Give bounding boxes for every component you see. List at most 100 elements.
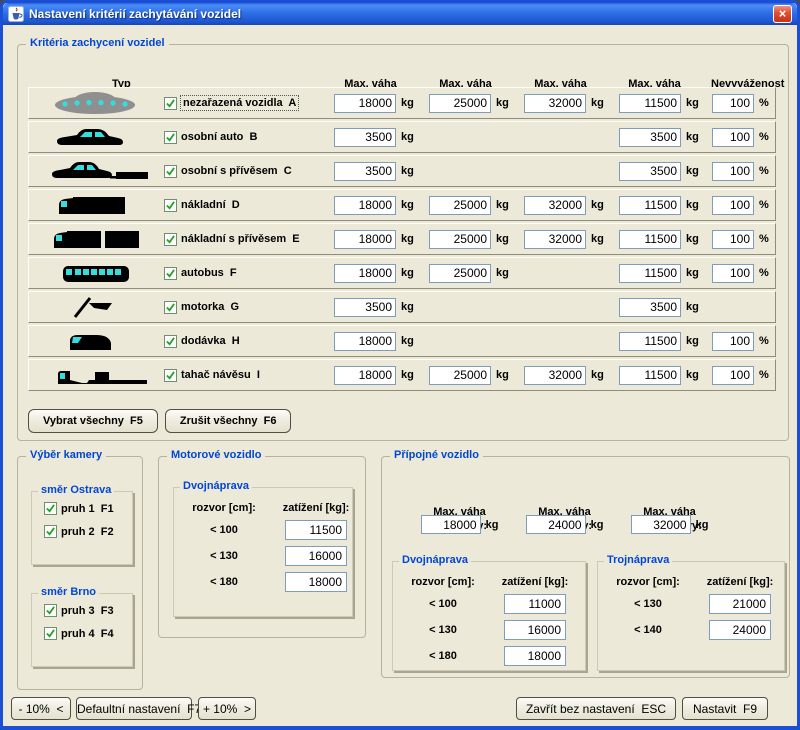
lane-checkbox[interactable] bbox=[44, 604, 57, 617]
axle-range-label: < 130 bbox=[602, 598, 694, 610]
clear-all-button[interactable]: Zrušit všechny F6 bbox=[165, 409, 292, 433]
wax-input[interactable] bbox=[619, 94, 681, 113]
axle-load-input[interactable] bbox=[709, 594, 771, 614]
vehicle-label: tahač návěsu I bbox=[181, 369, 260, 381]
unit-label: kg bbox=[496, 97, 509, 109]
lane-checkbox[interactable] bbox=[44, 627, 57, 640]
trailer-weight-3axle-input[interactable] bbox=[526, 515, 586, 534]
axle-range-label: < 100 bbox=[178, 524, 270, 536]
wg3-input[interactable] bbox=[524, 230, 586, 249]
criteria-group-title: Kritéria zachycení vozidel bbox=[26, 37, 169, 49]
vehicle-checkbox[interactable] bbox=[164, 97, 177, 110]
wax-input[interactable] bbox=[619, 128, 681, 147]
vehicle-checkbox[interactable] bbox=[164, 267, 177, 280]
vehicle-select: motorka G bbox=[164, 301, 334, 314]
axle-load-input[interactable] bbox=[504, 594, 566, 614]
wax-input[interactable] bbox=[619, 230, 681, 249]
axle-load-input[interactable] bbox=[504, 646, 566, 666]
unit-label: kg bbox=[401, 233, 414, 245]
value-cell: kg bbox=[524, 94, 619, 113]
axle-row: < 180 bbox=[174, 572, 352, 592]
axle-load-input[interactable] bbox=[285, 572, 347, 592]
vehicle-checkbox[interactable] bbox=[164, 199, 177, 212]
lane-checkbox[interactable] bbox=[44, 502, 57, 515]
camera-group: Výběr kamery směr Ostrava pruh 1 F1pruh … bbox=[17, 456, 143, 690]
vehicle-checkbox[interactable] bbox=[164, 301, 177, 314]
vehicle-checkbox[interactable] bbox=[164, 369, 177, 382]
unit-label: % bbox=[759, 233, 769, 245]
unb-input[interactable] bbox=[712, 332, 754, 351]
axle-row: < 130 bbox=[598, 594, 784, 614]
vehicle-checkbox[interactable] bbox=[164, 131, 177, 144]
close-button[interactable]: × bbox=[773, 5, 792, 23]
unit-label: kg bbox=[686, 131, 699, 143]
axle-load-input[interactable] bbox=[504, 620, 566, 640]
unit-label: % bbox=[759, 131, 769, 143]
w3-input[interactable] bbox=[429, 94, 491, 113]
vehicle-checkbox[interactable] bbox=[164, 233, 177, 246]
close-without-saving-button[interactable]: Zavřít bez nastavení ESC bbox=[516, 697, 676, 720]
axle-load-input[interactable] bbox=[709, 620, 771, 640]
unit-label: kg bbox=[496, 369, 509, 381]
unb-input[interactable] bbox=[712, 196, 754, 215]
wheelbase-col-label: rozvor [cm]: bbox=[602, 576, 694, 588]
w3-input[interactable] bbox=[429, 366, 491, 385]
wax-input[interactable] bbox=[619, 264, 681, 283]
w2-input[interactable] bbox=[334, 332, 396, 351]
w3-input[interactable] bbox=[429, 230, 491, 249]
wax-input[interactable] bbox=[619, 332, 681, 351]
default-settings-button[interactable]: Defaultní nastavení F7 bbox=[76, 697, 192, 720]
dialog-window: Nastavení kritérií zachytávání vozidel ×… bbox=[0, 0, 800, 730]
decrease-10-percent-button[interactable]: - 10% < bbox=[11, 697, 71, 720]
axle-load-input[interactable] bbox=[285, 546, 347, 566]
motor-vehicle-title: Motorové vozidlo bbox=[167, 449, 265, 461]
select-all-button[interactable]: Vybrat všechny F5 bbox=[28, 409, 158, 433]
unb-input[interactable] bbox=[712, 366, 754, 385]
trailer-weight-gt3axle-input[interactable] bbox=[631, 515, 691, 534]
value-cell: kg bbox=[334, 332, 429, 351]
w2-input[interactable] bbox=[334, 196, 396, 215]
motor-axle-rows: < 100< 130< 180 bbox=[174, 520, 352, 592]
trailer-weight-2axle-input[interactable] bbox=[421, 515, 481, 534]
value-cell: kg bbox=[619, 230, 712, 249]
unb-input[interactable] bbox=[712, 162, 754, 181]
vehicle-select: tahač návěsu I bbox=[164, 369, 334, 382]
unb-input[interactable] bbox=[712, 128, 754, 147]
wg3-input[interactable] bbox=[524, 94, 586, 113]
w2-input[interactable] bbox=[334, 162, 396, 181]
wax-input[interactable] bbox=[619, 298, 681, 317]
wg3-input[interactable] bbox=[524, 196, 586, 215]
wax-input[interactable] bbox=[619, 196, 681, 215]
lane-checkbox[interactable] bbox=[44, 525, 57, 538]
w2-input[interactable] bbox=[334, 264, 396, 283]
wax-input[interactable] bbox=[619, 366, 681, 385]
w3-input[interactable] bbox=[429, 196, 491, 215]
wax-input[interactable] bbox=[619, 162, 681, 181]
truck-trailer-icon bbox=[29, 225, 164, 253]
trailer-triple-axle-rows: < 130< 140 bbox=[598, 594, 784, 640]
w2-input[interactable] bbox=[334, 94, 396, 113]
lane-item: pruh 2 F2 bbox=[44, 525, 132, 538]
w2-input[interactable] bbox=[334, 366, 396, 385]
increase-10-percent-button[interactable]: + 10% > bbox=[198, 697, 256, 720]
vehicle-checkbox[interactable] bbox=[164, 165, 177, 178]
axle-load-input[interactable] bbox=[285, 520, 347, 540]
unit-label: kg bbox=[401, 369, 414, 381]
unb-input[interactable] bbox=[712, 264, 754, 283]
bus-icon bbox=[29, 259, 164, 287]
apply-settings-button[interactable]: Nastavit F9 bbox=[682, 697, 768, 720]
vehicle-checkbox[interactable] bbox=[164, 335, 177, 348]
unb-input[interactable] bbox=[712, 230, 754, 249]
value-cell: kg bbox=[334, 162, 429, 181]
w2-input[interactable] bbox=[334, 298, 396, 317]
w2-input[interactable] bbox=[334, 230, 396, 249]
value-cell: kg bbox=[524, 366, 619, 385]
unit-label: kg bbox=[686, 301, 699, 313]
wg3-input[interactable] bbox=[524, 366, 586, 385]
unit-label: % bbox=[759, 267, 769, 279]
w2-input[interactable] bbox=[334, 128, 396, 147]
w3-input[interactable] bbox=[429, 264, 491, 283]
car-icon bbox=[29, 123, 164, 151]
value-cell: % bbox=[712, 264, 777, 283]
unb-input[interactable] bbox=[712, 94, 754, 113]
